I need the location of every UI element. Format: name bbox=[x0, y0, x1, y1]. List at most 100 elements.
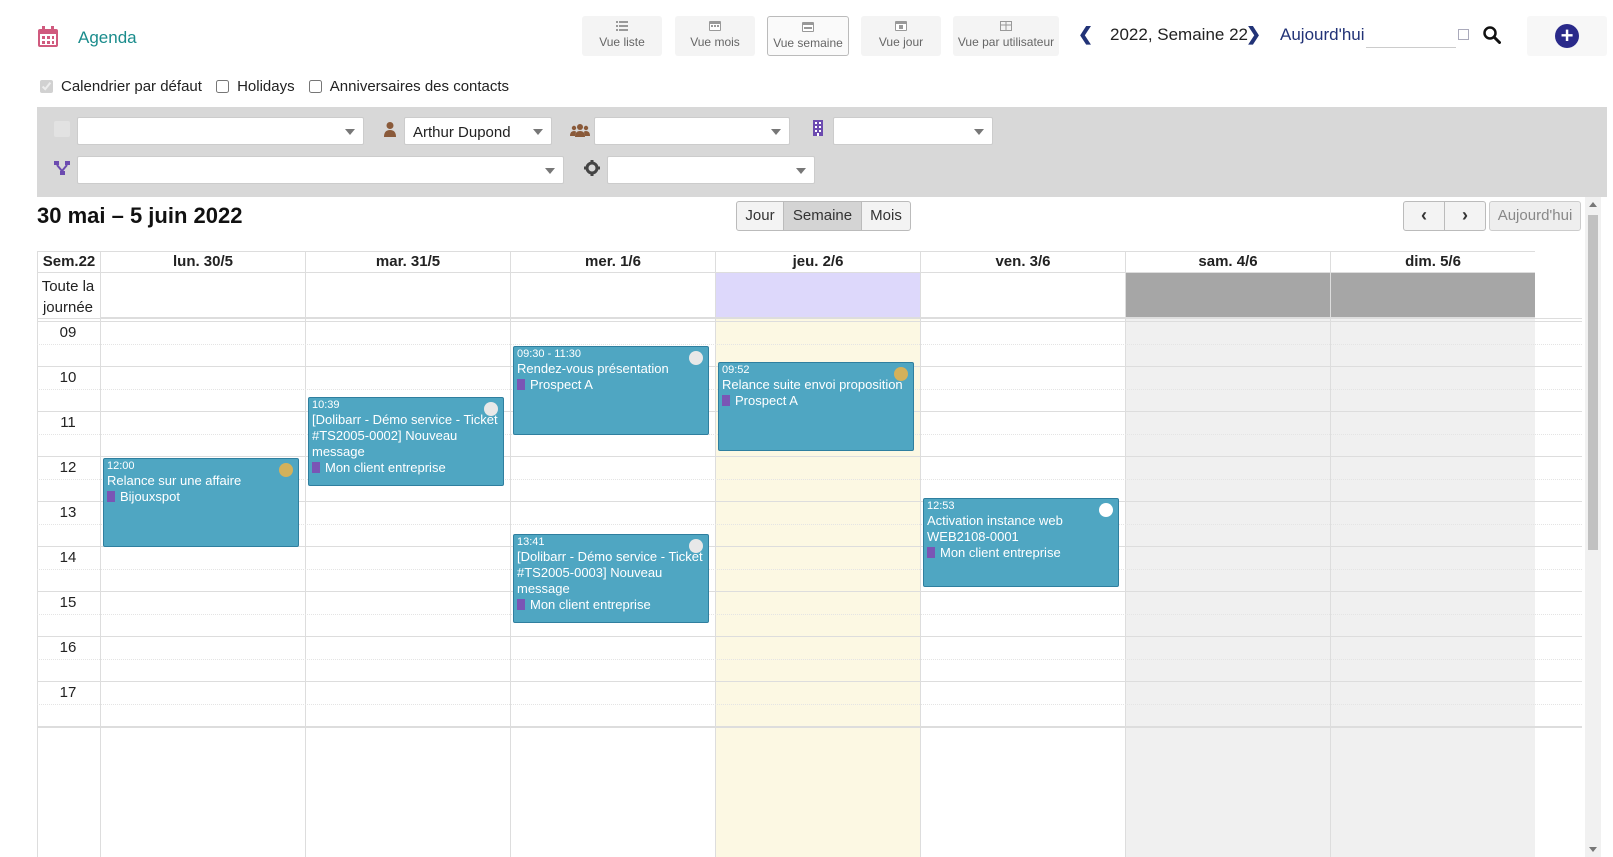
hour-label: 12 bbox=[59, 459, 77, 476]
event-type-select[interactable] bbox=[77, 117, 364, 145]
allday-cell[interactable] bbox=[1125, 273, 1330, 318]
half-hour-line bbox=[37, 658, 1582, 660]
user-icon bbox=[384, 122, 396, 137]
filter-panel: Arthur Dupond bbox=[37, 107, 1607, 197]
scrollbar-thumb[interactable] bbox=[1588, 215, 1598, 550]
half-hour-line bbox=[37, 613, 1582, 615]
month-view-button[interactable]: Mois bbox=[861, 201, 911, 231]
add-event-button[interactable]: + bbox=[1527, 16, 1607, 56]
hour-line bbox=[37, 456, 1582, 457]
allday-cell[interactable] bbox=[510, 273, 715, 318]
event-title: Rendez-vous présentation bbox=[517, 360, 669, 376]
event-status-icon bbox=[1099, 502, 1113, 517]
event-title: Relance suite envoi proposition bbox=[722, 377, 903, 392]
calendar-event[interactable]: 12:00 Relance sur une affaire Bijouxspot bbox=[103, 458, 299, 547]
allday-cell[interactable] bbox=[305, 273, 510, 318]
view-day-button[interactable]: Vue jour bbox=[861, 16, 941, 56]
scrollbar[interactable] bbox=[1585, 197, 1601, 857]
half-hour-line bbox=[37, 568, 1582, 570]
event-company[interactable]: Prospect A bbox=[517, 377, 705, 393]
view-day-label: Vue jour bbox=[878, 35, 924, 49]
user-select[interactable]: Arthur Dupond bbox=[404, 117, 552, 145]
user-group-select[interactable] bbox=[594, 117, 790, 145]
event-time: 09:52 bbox=[722, 364, 750, 376]
calendar-event[interactable]: 10:39 [Dolibarr - Démo service - Ticket #… bbox=[308, 397, 504, 487]
calendar-holidays[interactable]: Holidays bbox=[216, 78, 295, 95]
week-label: 2022, Semaine 22 bbox=[1110, 25, 1248, 44]
date-picker-icon[interactable] bbox=[1458, 29, 1469, 40]
calendar-birthdays-checkbox[interactable] bbox=[308, 80, 322, 93]
user-value: Arthur Dupond bbox=[413, 124, 511, 141]
calendar-birthdays-label: Anniversaires des contacts bbox=[329, 78, 510, 95]
day-column[interactable] bbox=[1330, 251, 1535, 857]
event-company-name: Prospect A bbox=[735, 393, 798, 408]
event-company[interactable]: Mon client entreprise bbox=[312, 460, 500, 476]
view-week-button[interactable]: Vue semaine bbox=[767, 16, 849, 56]
hour-line bbox=[37, 321, 1582, 322]
calendar-birthdays[interactable]: Anniversaires des contacts bbox=[308, 78, 510, 95]
view-list-button[interactable]: Vue liste bbox=[582, 16, 662, 56]
company-select[interactable] bbox=[833, 117, 993, 145]
scroll-down-icon[interactable] bbox=[1589, 847, 1597, 852]
view-week-label: Vue semaine bbox=[773, 36, 843, 50]
calendar-holidays-checkbox[interactable] bbox=[216, 80, 230, 93]
hour-label: 14 bbox=[59, 549, 77, 566]
event-title: [Dolibarr - Démo service - Ticket #TS200… bbox=[312, 412, 498, 460]
day-column[interactable] bbox=[1125, 251, 1330, 857]
next-button[interactable]: › bbox=[1444, 201, 1486, 231]
allday-cell[interactable] bbox=[100, 273, 305, 318]
allday-cell[interactable] bbox=[920, 273, 1125, 318]
view-list-label: Vue liste bbox=[599, 35, 645, 49]
allday-cell[interactable] bbox=[715, 273, 920, 318]
app-title[interactable]: Agenda bbox=[78, 28, 137, 48]
day-view-button[interactable]: Jour bbox=[736, 201, 784, 231]
calendar-month-icon bbox=[709, 21, 721, 31]
allday-cell[interactable] bbox=[1330, 273, 1535, 318]
grid-bottom-line bbox=[37, 726, 1582, 728]
event-time: 12:53 bbox=[927, 499, 955, 512]
prev-button[interactable]: ‹ bbox=[1403, 201, 1445, 231]
event-company[interactable]: Prospect A bbox=[722, 393, 910, 409]
event-status-icon bbox=[689, 350, 703, 365]
event-company[interactable]: Bijouxspot bbox=[107, 489, 295, 505]
view-per-user-button[interactable]: Vue par utilisateur bbox=[953, 16, 1059, 56]
event-status-icon bbox=[689, 538, 703, 553]
calendar-event[interactable]: 12:53 Activation instance web WEB2108-000… bbox=[923, 497, 1119, 587]
calendar-event[interactable]: 13:41 [Dolibarr - Démo service - Ticket #… bbox=[513, 533, 709, 623]
calendar-week-icon bbox=[802, 22, 814, 32]
scroll-up-icon[interactable] bbox=[1589, 202, 1597, 207]
calendar-default-checkbox[interactable] bbox=[40, 80, 53, 93]
prev-week-icon[interactable]: ❮ bbox=[1078, 24, 1093, 45]
event-company[interactable]: Mon client entreprise bbox=[927, 545, 1115, 561]
today-button[interactable]: Aujourd'hui bbox=[1489, 201, 1581, 231]
event-status-icon bbox=[279, 463, 293, 477]
day-column[interactable] bbox=[305, 251, 510, 857]
event-status-icon bbox=[894, 367, 908, 381]
view-month-button[interactable]: Vue mois bbox=[675, 16, 755, 56]
calendar-selector: Calendrier par défaut Holidays Anniversa… bbox=[40, 78, 519, 97]
calendar-event[interactable]: 09:30 - 11:30 Rendez-vous présentation Pro… bbox=[513, 345, 709, 435]
calendar-default[interactable]: Calendrier par défaut bbox=[40, 78, 202, 95]
building-icon bbox=[517, 378, 525, 390]
hour-label: 13 bbox=[59, 504, 77, 521]
gear-icon bbox=[584, 160, 600, 176]
hour-label: 10 bbox=[59, 369, 77, 386]
calendar-event[interactable]: 09:52 Relance suite envoi proposition Pros… bbox=[718, 362, 914, 451]
status-select[interactable] bbox=[607, 156, 815, 184]
event-title: Relance sur une affaire bbox=[107, 473, 242, 488]
day-column[interactable] bbox=[100, 251, 305, 857]
date-input[interactable] bbox=[1366, 22, 1456, 48]
search-icon[interactable] bbox=[1483, 26, 1501, 44]
event-company[interactable]: Mon client entreprise bbox=[517, 597, 705, 613]
week-view-button[interactable]: Semaine bbox=[783, 201, 862, 231]
day-header: dim. 5/6 bbox=[1330, 251, 1535, 273]
event-company-name: Mon client entreprise bbox=[940, 544, 1061, 560]
hour-label: 15 bbox=[59, 594, 77, 611]
project-icon bbox=[54, 161, 70, 175]
today-link[interactable]: Aujourd'hui bbox=[1280, 25, 1365, 45]
project-select[interactable] bbox=[77, 156, 564, 184]
next-week-icon[interactable]: ❯ bbox=[1246, 24, 1261, 45]
day-column[interactable] bbox=[715, 251, 920, 857]
hour-line bbox=[37, 681, 1582, 682]
hour-line bbox=[37, 636, 1582, 637]
